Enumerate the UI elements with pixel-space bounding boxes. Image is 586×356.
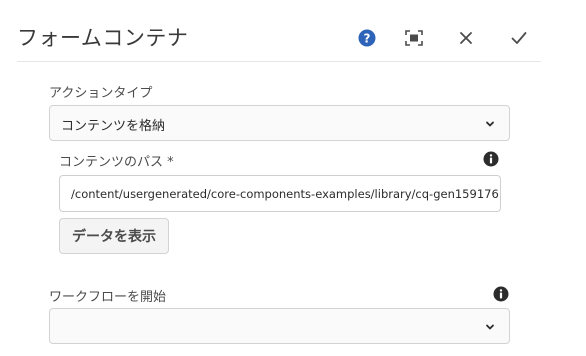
content-path-input[interactable] — [59, 175, 501, 212]
checkmark-icon — [511, 32, 527, 44]
close-button[interactable] — [452, 24, 480, 52]
svg-text:?: ? — [364, 31, 371, 45]
start-workflow-select[interactable] — [49, 308, 510, 344]
action-type-value: コンテンツを格納 — [61, 119, 166, 134]
help-button[interactable]: ? — [353, 24, 381, 52]
help-icon: ? — [358, 29, 376, 47]
info-icon[interactable] — [483, 151, 499, 167]
dialog-title: フォームコンテナ — [17, 26, 189, 50]
content-path-label: コンテンツのパス * — [59, 155, 174, 170]
action-type-select[interactable]: コンテンツを格納 — [49, 105, 510, 141]
chevron-down-icon — [486, 121, 494, 127]
chevron-down-icon — [486, 324, 494, 330]
action-type-label: アクションタイプ — [49, 86, 153, 101]
fullscreen-icon — [405, 30, 423, 46]
dialog-header: フォームコンテナ ? — [0, 0, 586, 62]
close-icon — [460, 32, 472, 44]
view-data-button[interactable]: データを表示 — [59, 218, 169, 254]
start-workflow-label: ワークフローを開始 — [49, 290, 167, 305]
info-icon[interactable] — [493, 286, 509, 302]
fullscreen-button[interactable] — [400, 24, 428, 52]
done-button[interactable] — [505, 24, 533, 52]
header-divider — [17, 61, 541, 62]
